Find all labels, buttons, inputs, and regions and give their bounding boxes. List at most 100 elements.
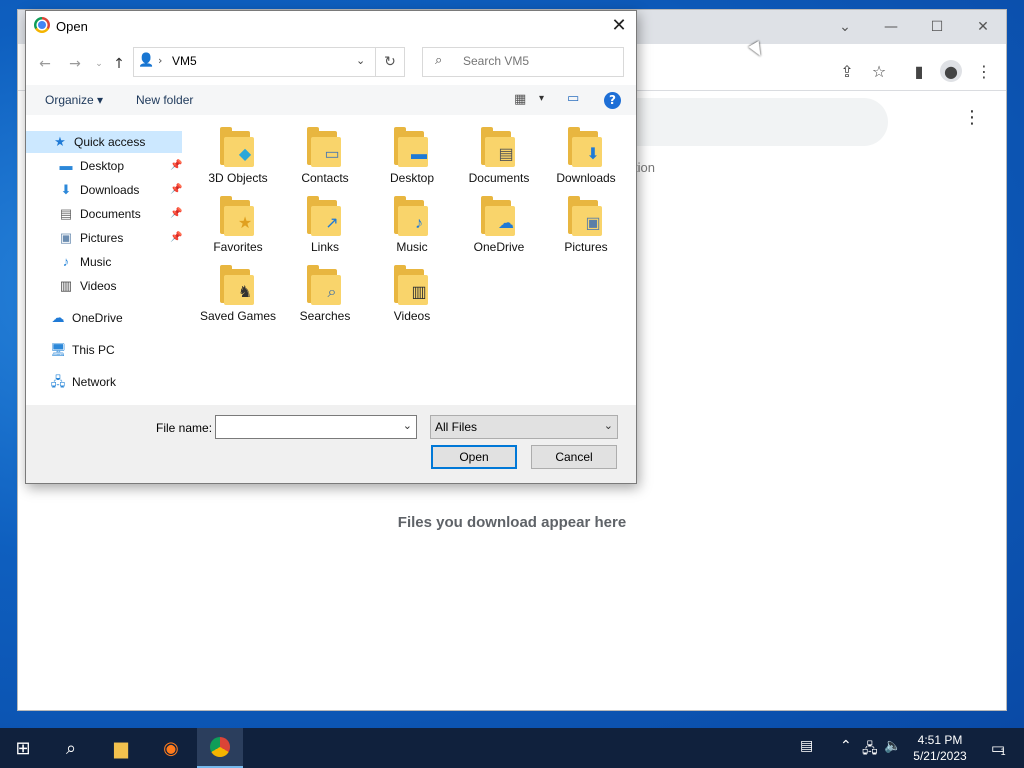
folder-documents[interactable]: ▤ Documents: [459, 127, 539, 185]
open-button[interactable]: Open: [431, 445, 517, 469]
3d-objects-folder-icon: ◆: [238, 146, 252, 163]
recent-locations-chevron-icon[interactable]: ⌄: [90, 55, 108, 73]
downloads-search-bar[interactable]: [610, 98, 888, 146]
document-icon: ▤: [59, 206, 73, 221]
tray-chevron-icon[interactable]: ⌃: [840, 738, 852, 754]
help-icon[interactable]: ?: [604, 92, 621, 109]
nav-item-documents[interactable]: ▤ Documents: [58, 203, 141, 225]
folder-saved-games[interactable]: ♞ Saved Games: [198, 265, 278, 323]
cancel-button[interactable]: Cancel: [531, 445, 617, 469]
file-name-field[interactable]: ⌄: [215, 415, 417, 439]
refresh-icon[interactable]: ↻: [375, 48, 404, 76]
folder-favorites[interactable]: ★ Favorites: [198, 196, 278, 254]
nav-item-label: Pictures: [80, 231, 124, 245]
search-icon[interactable]: ⌕: [48, 728, 94, 768]
pictures-folder-icon: ▣: [585, 215, 601, 232]
nav-item-label: Desktop: [80, 159, 125, 173]
new-folder-button[interactable]: New folder: [136, 93, 193, 107]
cloud-icon: ☁: [51, 310, 65, 325]
download-icon: ⬇: [60, 182, 72, 197]
up-arrow-icon[interactable]: ↑: [110, 55, 128, 73]
file-label: Downloads: [556, 171, 616, 185]
folder-contacts[interactable]: ▭ Contacts: [285, 127, 365, 185]
nav-item-quick-access[interactable]: ★ Quick access: [26, 131, 182, 153]
minimize-icon[interactable]: —: [877, 16, 905, 38]
file-explorer-icon[interactable]: ▆: [98, 728, 144, 768]
file-label: Pictures: [564, 240, 608, 254]
file-label: Videos: [393, 309, 431, 323]
folder-onedrive[interactable]: ☁ OneDrive: [459, 196, 539, 254]
folder-desktop[interactable]: ▬ Desktop: [372, 127, 452, 185]
empty-downloads-message: Files you download appear here: [397, 514, 627, 531]
folder-videos[interactable]: ▥ Videos: [372, 265, 452, 323]
start-windows-icon[interactable]: ⊞: [0, 728, 46, 768]
nav-item-network[interactable]: 🖧 Network: [50, 371, 116, 393]
nav-item-videos[interactable]: ▥ Videos: [58, 275, 117, 297]
star-icon: ★: [54, 134, 66, 149]
saved-games-folder-icon: ♞: [237, 284, 253, 301]
organize-button[interactable]: Organize ▾: [45, 93, 103, 107]
search-box[interactable]: ⌕: [422, 47, 624, 77]
close-icon[interactable]: ✕: [969, 16, 997, 38]
video-icon: ▥: [59, 278, 73, 293]
back-arrow-icon[interactable]: ←: [36, 55, 54, 73]
share-icon[interactable]: ⇪: [836, 60, 858, 82]
file-type-select[interactable]: All Files ⌄: [430, 415, 618, 439]
nav-item-music[interactable]: ♪ Music: [58, 251, 112, 273]
downloads-more-icon[interactable]: ⋮: [962, 106, 982, 130]
navigation-row: ← → ⌄ ↑ 👤 › VM5 ⌄ ↻ ⌕: [26, 41, 636, 85]
notifications-icon[interactable]: ▭ 1: [978, 728, 1018, 768]
news-widget-icon[interactable]: ▤: [800, 738, 813, 754]
nav-item-onedrive[interactable]: ☁ OneDrive: [50, 307, 123, 329]
nav-item-label: Videos: [80, 279, 117, 293]
folder-searches[interactable]: ⌕ Searches: [285, 265, 365, 323]
profile-avatar-icon[interactable]: ●: [940, 60, 962, 82]
contacts-folder-icon: ▭: [324, 146, 340, 163]
chrome-taskbar-icon[interactable]: [197, 728, 243, 768]
notification-count: 1: [1000, 748, 1006, 758]
folder-downloads[interactable]: ⬇ Downloads: [546, 127, 626, 185]
computer-icon: 🖥: [50, 342, 67, 357]
nav-item-label: Documents: [80, 207, 141, 221]
nav-item-desktop[interactable]: ▬ Desktop: [58, 155, 125, 177]
nav-item-label: Downloads: [80, 183, 140, 197]
side-panel-icon[interactable]: ▮: [908, 60, 930, 82]
file-name-label: File name:: [156, 421, 213, 435]
folder-music[interactable]: ♪ Music: [372, 196, 452, 254]
address-bar[interactable]: 👤 › VM5 ⌄ ↻: [133, 47, 405, 77]
address-dropdown-icon[interactable]: ⌄: [356, 54, 365, 67]
music-icon: ♪: [62, 254, 70, 269]
file-name-dropdown-icon[interactable]: ⌄: [403, 419, 412, 432]
chrome-menu-icon[interactable]: ⋮: [973, 60, 995, 82]
address-path[interactable]: VM5: [172, 54, 197, 68]
pin-icon: 📌: [170, 208, 183, 219]
folder-links[interactable]: ↗ Links: [285, 196, 365, 254]
volume-muted-icon[interactable]: 🔈: [884, 738, 901, 754]
music-folder-icon: ♪: [415, 215, 423, 232]
view-options-icon[interactable]: ▦: [514, 92, 526, 107]
dialog-titlebar: Open ✕: [26, 11, 636, 41]
search-input[interactable]: [461, 53, 615, 69]
firefox-icon[interactable]: ◉: [148, 728, 194, 768]
chrome-logo-icon: [210, 737, 230, 757]
nav-item-pictures[interactable]: ▣ Pictures: [58, 227, 124, 249]
downloads-folder-icon: ⬇: [586, 146, 600, 163]
nav-item-downloads[interactable]: ⬇ Downloads: [58, 179, 140, 201]
tab-search-chevron-icon[interactable]: ⌄: [831, 16, 859, 38]
network-tray-icon[interactable]: 🖧: [862, 738, 878, 762]
maximize-icon[interactable]: ☐: [923, 16, 951, 38]
folder-pictures[interactable]: ▣ Pictures: [546, 196, 626, 254]
bookmark-star-icon[interactable]: ☆: [868, 60, 890, 82]
file-type-dropdown-icon[interactable]: ⌄: [604, 419, 613, 432]
system-clock[interactable]: 4:51 PM 5/21/2023: [908, 732, 972, 764]
nav-item-label: Quick access: [74, 135, 146, 149]
nav-item-label: Network: [72, 375, 117, 389]
dialog-close-icon[interactable]: ✕: [602, 11, 636, 41]
view-dropdown-icon[interactable]: ▾: [539, 93, 544, 104]
preview-pane-icon[interactable]: ▭: [567, 91, 579, 106]
folder-3d-objects[interactable]: ◆ 3D Objects: [198, 127, 278, 185]
nav-item-this-pc[interactable]: 🖥 This PC: [50, 339, 115, 361]
forward-arrow-icon[interactable]: →: [66, 55, 84, 73]
file-label: Music: [396, 240, 428, 254]
breadcrumb-chevron-icon[interactable]: ›: [158, 54, 162, 67]
